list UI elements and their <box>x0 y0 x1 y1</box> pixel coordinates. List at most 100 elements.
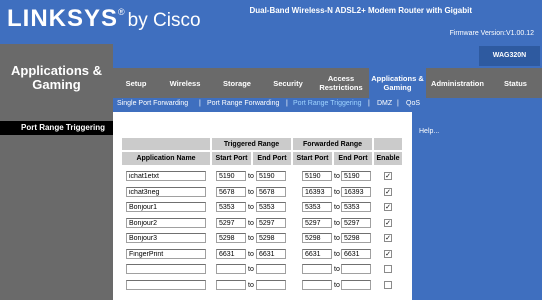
enable-checkbox[interactable]: ✓ <box>384 219 392 227</box>
header-forwarded-start-port: Start Port <box>292 151 333 166</box>
tab-security[interactable]: Security <box>263 68 313 98</box>
tab-applications-gaming[interactable]: Applications & Gaming <box>369 68 426 98</box>
model-number: WAG320N <box>479 46 540 66</box>
triggered-end-port-input[interactable] <box>256 187 286 197</box>
enable-checkbox[interactable]: ✓ <box>384 172 392 180</box>
linksys-logo: LINKSYS® by Cisco <box>7 5 201 33</box>
section-title-text: Applications & Gaming <box>10 63 102 92</box>
triggered-start-port-input[interactable] <box>216 187 246 197</box>
range-to-label: to <box>334 204 340 211</box>
application-name-input[interactable] <box>126 218 206 228</box>
enable-checkbox[interactable]: ✓ <box>384 234 392 242</box>
forwarded-end-port-input[interactable] <box>341 233 371 243</box>
forwarded-end-port-input[interactable] <box>341 249 371 259</box>
triggered-end-port-input[interactable] <box>256 218 286 228</box>
range-to-label: to <box>334 266 340 273</box>
forwarded-start-port-input[interactable] <box>302 280 332 290</box>
triggered-start-port-input[interactable] <box>216 218 246 228</box>
range-to-label: to <box>248 189 254 196</box>
header-forwarded-range: Forwarded Range <box>292 137 373 151</box>
forwarded-start-port-input[interactable] <box>302 264 332 274</box>
range-to-label: to <box>334 235 340 242</box>
forwarded-start-port-input[interactable] <box>302 233 332 243</box>
forwarded-start-port-input[interactable] <box>302 171 332 181</box>
help-link[interactable]: Help... <box>419 128 439 135</box>
header-triggered-end-port: End Port <box>252 151 292 166</box>
application-name-input[interactable] <box>126 280 206 290</box>
subnav-separator: | <box>286 100 288 107</box>
triggered-start-port-input[interactable] <box>216 202 246 212</box>
range-to-label: to <box>248 266 254 273</box>
forwarded-end-port-input[interactable] <box>341 187 371 197</box>
header-enable: Enable <box>373 151 403 166</box>
tab-status[interactable]: Status <box>489 68 542 98</box>
forwarded-start-port-input[interactable] <box>302 218 332 228</box>
forwarded-end-port-input[interactable] <box>341 264 371 274</box>
logo-by-cisco-text: by Cisco <box>127 10 201 31</box>
product-bar <box>113 44 542 68</box>
enable-checkbox[interactable] <box>384 281 392 289</box>
header-triggered-range: Triggered Range <box>211 137 292 151</box>
range-to-label: to <box>248 282 254 289</box>
sub-navigation: Single Port Forwarding | Port Range Forw… <box>113 98 542 112</box>
forwarded-start-port-input[interactable] <box>302 187 332 197</box>
triggered-start-port-input[interactable] <box>216 171 246 181</box>
section-title: Applications & Gaming <box>0 44 113 112</box>
triggered-end-port-input[interactable] <box>256 280 286 290</box>
range-to-label: to <box>334 282 340 289</box>
enable-checkbox[interactable]: ✓ <box>384 250 392 258</box>
header-forwarded-end-port: End Port <box>333 151 373 166</box>
triggered-start-port-input[interactable] <box>216 280 246 290</box>
application-name-input[interactable] <box>126 187 206 197</box>
triggered-start-port-input[interactable] <box>216 233 246 243</box>
triggered-end-port-input[interactable] <box>256 202 286 212</box>
page-label: Port Range Triggering <box>0 121 113 135</box>
help-panel <box>412 112 542 300</box>
forwarded-end-port-input[interactable] <box>341 202 371 212</box>
tab-access-restrictions[interactable]: Access Restrictions <box>313 68 369 98</box>
logo-linksys-text: LINKSYS <box>7 5 119 32</box>
subnav-qos[interactable]: QoS <box>406 100 420 107</box>
enable-checkbox[interactable]: ✓ <box>384 188 392 196</box>
triggered-end-port-input[interactable] <box>256 264 286 274</box>
application-name-input[interactable] <box>126 233 206 243</box>
triggered-end-port-input[interactable] <box>256 233 286 243</box>
range-to-label: to <box>334 173 340 180</box>
subnav-dmz[interactable]: DMZ <box>377 100 392 107</box>
application-name-input[interactable] <box>126 264 206 274</box>
range-to-label: to <box>334 189 340 196</box>
subnav-separator: | <box>397 100 399 107</box>
application-name-input[interactable] <box>126 202 206 212</box>
header-application-name: Application Name <box>121 151 211 166</box>
tab-administration[interactable]: Administration <box>426 68 489 98</box>
application-name-input[interactable] <box>126 171 206 181</box>
header-triggered-start-port: Start Port <box>211 151 252 166</box>
application-name-input[interactable] <box>126 249 206 259</box>
triggered-start-port-input[interactable] <box>216 249 246 259</box>
main-tabs: Setup Wireless Storage Security Access R… <box>113 68 542 98</box>
forwarded-start-port-input[interactable] <box>302 202 332 212</box>
triggered-start-port-input[interactable] <box>216 264 246 274</box>
enable-checkbox[interactable] <box>384 265 392 273</box>
range-to-label: to <box>334 220 340 227</box>
range-to-label: to <box>334 251 340 258</box>
firmware-version: Firmware Version:V1.00.12 <box>449 30 534 37</box>
subnav-separator: | <box>199 100 201 107</box>
forwarded-end-port-input[interactable] <box>341 171 371 181</box>
subnav-port-range-triggering[interactable]: Port Range Triggering <box>293 100 361 107</box>
forwarded-end-port-input[interactable] <box>341 280 371 290</box>
range-to-label: to <box>248 204 254 211</box>
triggered-end-port-input[interactable] <box>256 249 286 259</box>
range-to-label: to <box>248 173 254 180</box>
forwarded-end-port-input[interactable] <box>341 218 371 228</box>
header-blank <box>373 137 403 151</box>
tab-wireless[interactable]: Wireless <box>159 68 211 98</box>
range-to-label: to <box>248 220 254 227</box>
subnav-single-port-forwarding[interactable]: Single Port Forwarding <box>117 100 188 107</box>
subnav-port-range-forwarding[interactable]: Port Range Forwarding <box>207 100 279 107</box>
triggered-end-port-input[interactable] <box>256 171 286 181</box>
enable-checkbox[interactable]: ✓ <box>384 203 392 211</box>
tab-setup[interactable]: Setup <box>113 68 159 98</box>
forwarded-start-port-input[interactable] <box>302 249 332 259</box>
tab-storage[interactable]: Storage <box>211 68 263 98</box>
